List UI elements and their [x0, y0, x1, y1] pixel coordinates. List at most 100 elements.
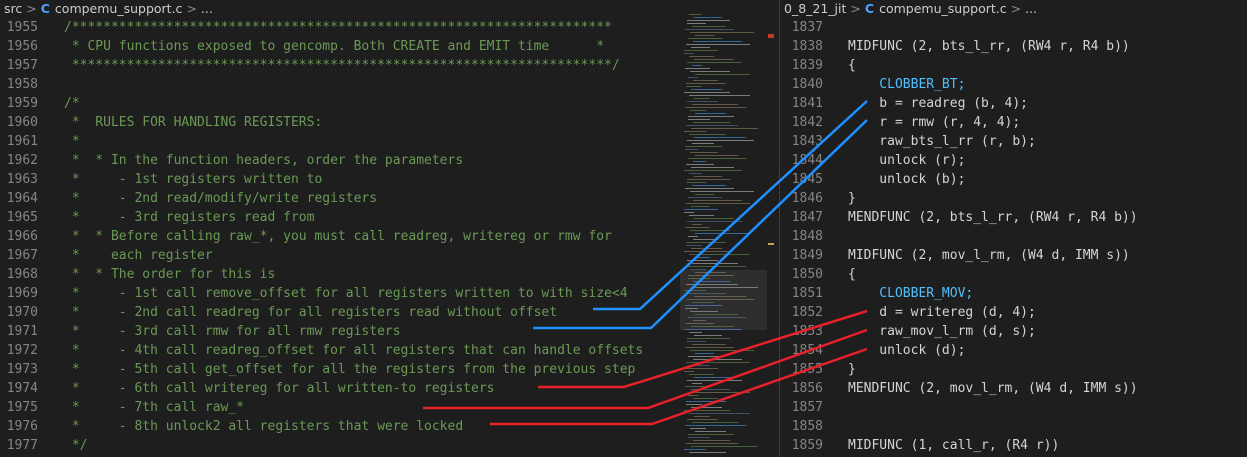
code-line[interactable]: 1974 * - 6th call writereg for all writt…: [0, 379, 680, 398]
code-line[interactable]: 1842 r = rmw (r, 4, 4);: [780, 113, 1247, 132]
minimap-row: [695, 35, 714, 36]
code-line[interactable]: 1855}: [780, 360, 1247, 379]
minimap-row: [684, 449, 706, 450]
code-line[interactable]: 1846}: [780, 189, 1247, 208]
line-number: 1971: [6, 324, 38, 339]
code-line[interactable]: 1968 * * The order for this is: [0, 265, 680, 284]
code-line[interactable]: 1966 * * Before calling raw_*, you must …: [0, 227, 680, 246]
breadcrumb-file[interactable]: compemu_support.c: [55, 1, 183, 16]
line-number: 1846: [791, 191, 823, 206]
code-line[interactable]: 1840 CLOBBER_BT;: [780, 75, 1247, 94]
breadcrumb: src > Ccompemu_support.c >...: [0, 0, 680, 18]
breadcrumb-folder[interactable]: src: [4, 1, 22, 16]
code-line[interactable]: 1858: [780, 417, 1247, 436]
code-line[interactable]: 1849 MIDFUNC (2, mov_l_rm, (W4 d, IMM s)): [780, 246, 1247, 265]
code-line[interactable]: 1848: [780, 227, 1247, 246]
code-lines[interactable]: 1837 1838 MIDFUNC (2, bts_l_rr, (RW4 r, R4…: [780, 18, 1247, 455]
minimap-row: [690, 32, 754, 33]
right-editor-pane[interactable]: 0_8_21_jit > Ccompemu_support.c >... 1837 18…: [779, 0, 1247, 457]
code-line[interactable]: 1857: [780, 398, 1247, 417]
code-text: */: [64, 438, 88, 453]
minimap-row: [692, 185, 726, 186]
code-line[interactable]: 1847 MENDFUNC (2, bts_l_rr, (RW4 r, R4 b)…: [780, 208, 1247, 227]
code-line[interactable]: 1973 * - 5th call get_offset for all the…: [0, 360, 680, 379]
code-text: * * In the function headers, order the p…: [64, 153, 464, 168]
line-number: 1843: [791, 134, 823, 149]
code-line[interactable]: 1972 * - 4th call readreg_offset for all…: [0, 341, 680, 360]
chevron-right-icon: >: [26, 1, 37, 16]
code-line[interactable]: 1960 * RULES FOR HANDLING REGISTERS:: [0, 113, 680, 132]
code-line[interactable]: 1965 * - 3rd registers read from: [0, 208, 680, 227]
minimap-row: [686, 404, 702, 405]
minimap-row: [692, 263, 738, 264]
code-line[interactable]: 1850 {: [780, 265, 1247, 284]
code-line[interactable]: 1955 /***********************************…: [0, 18, 680, 37]
minimap-row: [689, 452, 726, 453]
code-line[interactable]: 1976 * - 8th unlock2 all registers that …: [0, 417, 680, 436]
code-line[interactable]: 1856 MENDFUNC (2, mov_l_rm, (W4 d, IMM s)…: [780, 379, 1247, 398]
line-number: 1856: [791, 381, 823, 396]
minimap-viewport[interactable]: [680, 270, 767, 330]
code-line[interactable]: 1962 * * In the function headers, order …: [0, 151, 680, 170]
c-file-icon: C: [864, 1, 875, 16]
code-line[interactable]: 1977 */: [0, 436, 680, 455]
code-line[interactable]: 1963 * - 1st registers written to: [0, 170, 680, 189]
line-number: 1960: [6, 115, 38, 130]
minimap-row: [684, 50, 718, 51]
minimap-row: [689, 56, 714, 57]
minimap-row: [689, 14, 702, 15]
minimap-row: [689, 95, 750, 96]
minimap-row: [694, 137, 746, 138]
code-text: /***************************************…: [64, 20, 612, 35]
code-line[interactable]: 1838 MIDFUNC (2, bts_l_rr, (RW4 r, R4 b)): [780, 37, 1247, 56]
breadcrumb-symbol[interactable]: ...: [1025, 1, 1037, 16]
chevron-right-icon: >: [186, 1, 197, 16]
line-number: 1858: [791, 419, 823, 434]
minimap-row: [685, 266, 746, 267]
code-text: raw_bts_l_rr (r, b);: [848, 134, 1036, 149]
breadcrumb-symbol[interactable]: ...: [201, 1, 213, 16]
code-line[interactable]: 1970 * - 2nd call readreg for all regist…: [0, 303, 680, 322]
code-line[interactable]: 1967 * each register: [0, 246, 680, 265]
code-line[interactable]: 1845 unlock (b);: [780, 170, 1247, 189]
code-line[interactable]: 1843 raw_bts_l_rr (r, b);: [780, 132, 1247, 151]
line-number: 1969: [6, 286, 38, 301]
line-number: 1841: [791, 96, 823, 111]
code-line[interactable]: 1959 /*: [0, 94, 680, 113]
minimap-row: [685, 29, 734, 30]
code-lines[interactable]: 1955 /***********************************…: [0, 18, 680, 455]
breadcrumb-file[interactable]: compemu_support.c: [879, 1, 1007, 16]
line-number: 1838: [791, 39, 823, 54]
breadcrumb-folder[interactable]: 0_8_21_jit: [784, 1, 846, 16]
code-line[interactable]: 1851 CLOBBER_MOV;: [780, 284, 1247, 303]
code-line[interactable]: 1969 * - 1st call remove_offset for all …: [0, 284, 680, 303]
code-line[interactable]: 1964 * - 2nd read/modify/write registers: [0, 189, 680, 208]
code-line[interactable]: 1957 ***********************************…: [0, 56, 680, 75]
code-line[interactable]: 1956 * CPU functions exposed to gencomp.…: [0, 37, 680, 56]
code-line[interactable]: 1859 MIDFUNC (1, call_r, (R4 r)): [780, 436, 1247, 455]
minimap-row: [688, 38, 722, 39]
code-line[interactable]: 1839 {: [780, 56, 1247, 75]
code-line[interactable]: 1852 d = writereg (d, 4);: [780, 303, 1247, 322]
code-text: MIDFUNC (1, call_r, (R4 r)): [848, 438, 1060, 453]
code-line[interactable]: 1961 *: [0, 132, 680, 151]
code-line[interactable]: 1958: [0, 75, 680, 94]
line-number: 1957: [6, 58, 38, 73]
line-number: 1955: [6, 20, 38, 35]
code-line[interactable]: 1844 unlock (r);: [780, 151, 1247, 170]
minimap[interactable]: [680, 0, 775, 457]
minimap-row: [693, 200, 742, 201]
code-line[interactable]: 1841 b = readreg (b, 4);: [780, 94, 1247, 113]
line-number: 1840: [791, 77, 823, 92]
code-line[interactable]: 1853 raw_mov_l_rm (d, s);: [780, 322, 1247, 341]
code-line[interactable]: 1854 unlock (d);: [780, 341, 1247, 360]
code-text: b = readreg (b, 4);: [848, 96, 1029, 111]
code-line[interactable]: 1971 * - 3rd call rmw for all rmw regist…: [0, 322, 680, 341]
code-line[interactable]: 1837: [780, 18, 1247, 37]
left-editor-pane[interactable]: src > Ccompemu_support.c >... 1955/********…: [0, 0, 680, 457]
minimap-row: [691, 365, 710, 366]
minimap-row: [694, 257, 710, 258]
minimap-row: [691, 206, 710, 207]
code-line[interactable]: 1975 * - 7th call raw_*: [0, 398, 680, 417]
minimap-row: [690, 110, 706, 111]
